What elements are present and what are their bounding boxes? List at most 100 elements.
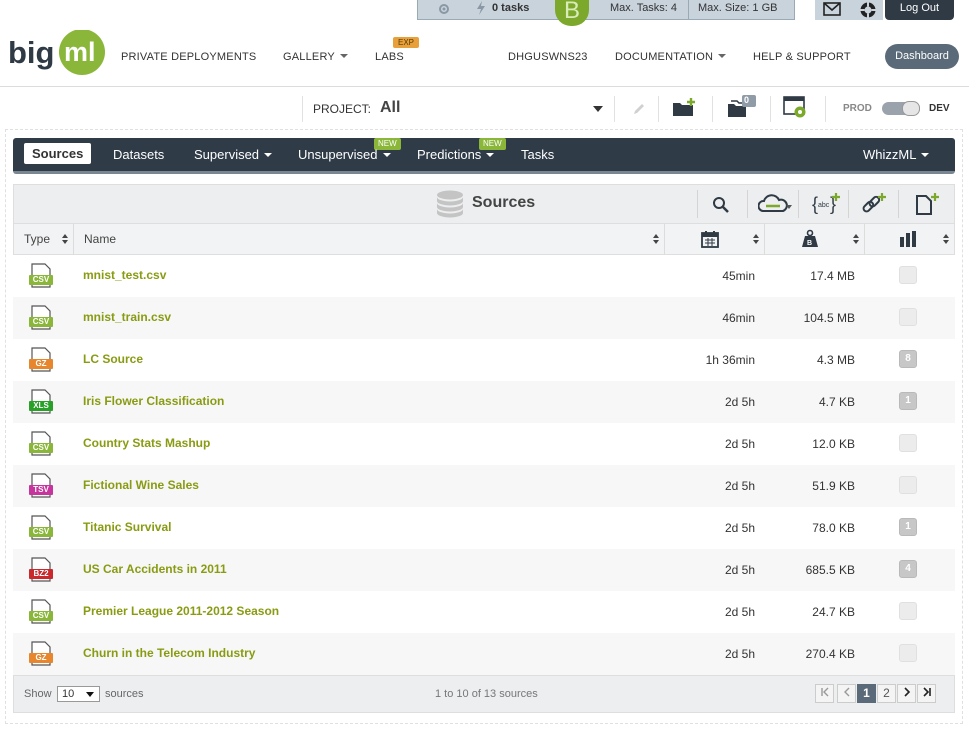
table-row[interactable]: CSV mnist_test.csv 45min 17.4 MB (13, 255, 955, 297)
dataset-count-badge[interactable]: 1 (899, 392, 917, 410)
source-age: 2d 5h (724, 395, 755, 409)
next-page-icon[interactable] (897, 684, 916, 703)
task-count[interactable]: 0 tasks (492, 0, 529, 19)
sort-icon[interactable] (61, 233, 69, 245)
source-name-link[interactable]: Titanic Survival (83, 520, 171, 534)
sort-icon[interactable] (852, 233, 860, 245)
source-name-link[interactable]: mnist_test.csv (83, 268, 166, 282)
chevron-down-icon[interactable] (593, 106, 603, 112)
bigml-logo[interactable]: big ml (8, 29, 108, 76)
tab-datasets[interactable]: Datasets (113, 147, 164, 162)
source-name-link[interactable]: Premier League 2011-2012 Season (83, 604, 279, 618)
nav-user[interactable]: DHGUSWNS23 (508, 51, 588, 63)
svg-text:abc: abc (818, 202, 830, 209)
dataset-count-badge[interactable] (899, 476, 917, 494)
new-source-file-icon[interactable] (914, 192, 942, 219)
prod-dev-toggle[interactable] (882, 101, 920, 116)
table-row[interactable]: TSV Fictional Wine Sales 2d 5h 51.9 KB (13, 465, 955, 507)
gear-icon[interactable] (436, 0, 452, 19)
dataset-count-badge[interactable]: 1 (899, 518, 917, 536)
support-lifebuoy-icon[interactable] (859, 1, 877, 22)
search-icon[interactable] (712, 196, 730, 217)
source-age: 1h 36min (705, 353, 755, 367)
column-type[interactable]: Type (24, 232, 50, 246)
sort-icon[interactable] (652, 233, 660, 245)
table-row[interactable]: BZ2 US Car Accidents in 2011 2d 5h 685.5 KB… (13, 549, 955, 591)
source-name-link[interactable]: Country Stats Mashup (83, 436, 210, 450)
source-name-link[interactable]: US Car Accidents in 2011 (83, 562, 227, 576)
page-2-button[interactable]: 2 (877, 684, 896, 703)
mail-icon[interactable] (823, 2, 841, 19)
first-page-icon[interactable] (815, 684, 834, 703)
source-name-link[interactable]: LC Source (83, 352, 143, 366)
file-type-label: CSV (32, 443, 50, 452)
nav-labs[interactable]: LABS (375, 51, 404, 63)
sort-icon[interactable] (942, 233, 950, 245)
file-type-label: CSV (32, 611, 50, 620)
column-name[interactable]: Name (84, 232, 116, 246)
tab-supervised[interactable]: Supervised (194, 147, 273, 162)
tab-unsupervised[interactable]: Unsupervised (298, 147, 391, 162)
table-row[interactable]: GZ LC Source 1h 36min 4.3 MB 8 (13, 339, 955, 381)
source-name-link[interactable]: mnist_train.csv (83, 310, 171, 324)
dataset-count-badge[interactable] (899, 602, 917, 620)
table-row[interactable]: CSV Country Stats Mashup 2d 5h 12.0 KB (13, 423, 955, 465)
dataset-count-badge[interactable] (899, 644, 917, 662)
file-type-label: TSV (33, 485, 49, 494)
page-size-select[interactable]: 10 (57, 686, 100, 702)
sort-icon[interactable] (752, 233, 760, 245)
divider (688, 0, 689, 19)
nav-documentation[interactable]: DOCUMENTATION (615, 51, 727, 63)
dataset-count-badge[interactable]: 4 (899, 560, 917, 578)
file-type-label: XLS (33, 401, 49, 410)
table-row[interactable]: CSV Premier League 2011-2012 Season 2d 5h 2… (13, 591, 955, 633)
dashboard-button[interactable]: Dashboard (885, 44, 959, 69)
prev-page-icon[interactable] (837, 684, 856, 703)
table-row[interactable]: XLS Iris Flower Classification 2d 5h 4.7 KB… (13, 381, 955, 423)
bar-chart-icon[interactable] (899, 231, 917, 250)
subscription-badge[interactable]: B (555, 0, 589, 26)
divider (302, 96, 303, 122)
max-size: Max. Size: 1 GB (698, 2, 778, 14)
file-type-icon: GZ (29, 641, 55, 667)
file-type-label: GZ (35, 359, 47, 368)
chevron-down-icon (486, 153, 495, 157)
chevron-down-icon (921, 153, 930, 157)
logout-button[interactable]: Log Out (885, 0, 954, 20)
prod-label: PROD (843, 103, 872, 114)
calendar-icon[interactable] (701, 230, 719, 251)
table-row[interactable]: CSV Titanic Survival 2d 5h 78.0 KB 1 (13, 507, 955, 549)
source-name-link[interactable]: Fictional Wine Sales (83, 478, 199, 492)
project-selector[interactable]: All (380, 99, 400, 117)
show-label: Show (24, 688, 52, 700)
dataset-count-badge[interactable] (899, 308, 917, 326)
file-type-icon: CSV (29, 599, 55, 625)
new-folder-icon[interactable] (672, 97, 698, 120)
nav-gallery[interactable]: GALLERY (283, 51, 348, 63)
pencil-icon[interactable] (632, 102, 646, 119)
tab-whizzml[interactable]: WhizzML (863, 147, 930, 162)
create-from-inline-icon[interactable]: {abc} (812, 192, 842, 219)
account-status-bar: 0 tasks Max. Tasks: 4 Max. Size: 1 GB (417, 0, 795, 20)
dataset-count-badge[interactable]: 8 (899, 350, 917, 368)
nav-private-deployments[interactable]: PRIVATE DEPLOYMENTS (121, 51, 256, 63)
page-size-value: 10 (62, 688, 75, 700)
tab-predictions[interactable]: Predictions (417, 147, 495, 162)
table-row[interactable]: GZ Churn in the Telecom Industry 2d 5h 270.… (13, 633, 955, 675)
nav-help-support[interactable]: HELP & SUPPORT (753, 51, 851, 63)
dataset-count-badge[interactable] (899, 266, 917, 284)
dataset-count-badge[interactable] (899, 434, 917, 452)
tab-sources[interactable]: Sources (24, 143, 92, 164)
table-row[interactable]: CSV mnist_train.csv 46min 104.5 MB (13, 297, 955, 339)
source-name-link[interactable]: Iris Flower Classification (83, 394, 224, 408)
size-weight-icon[interactable]: B (801, 229, 819, 251)
page-1-button[interactable]: 1 (857, 684, 876, 703)
tab-tasks[interactable]: Tasks (521, 147, 554, 162)
source-age: 2d 5h (724, 479, 755, 493)
last-page-icon[interactable] (917, 684, 936, 703)
project-settings-icon[interactable] (783, 96, 809, 123)
move-to-folder-icon[interactable] (727, 94, 757, 121)
create-from-url-icon[interactable] (861, 192, 889, 219)
source-name-link[interactable]: Churn in the Telecom Industry (83, 646, 255, 660)
cloud-upload-icon[interactable] (757, 193, 794, 218)
